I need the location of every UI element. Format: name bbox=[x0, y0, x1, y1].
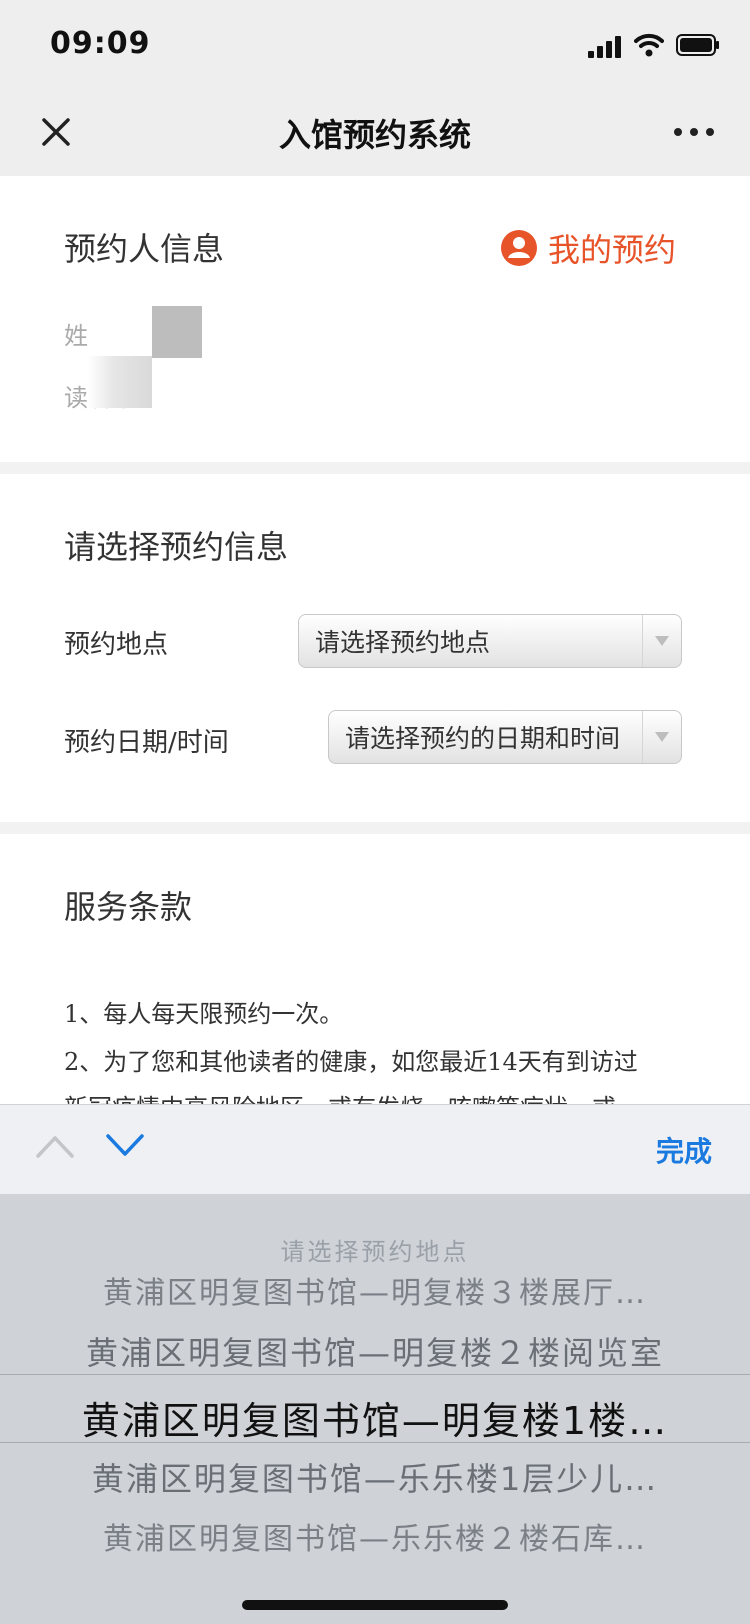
reserver-info-title: 预约人信息 bbox=[64, 230, 225, 268]
home-indicator[interactable] bbox=[242, 1600, 508, 1610]
picker-option[interactable]: 黄浦区明复图书馆—乐乐楼２楼石库… bbox=[0, 1514, 750, 1558]
picker-option[interactable]: 黄浦区明复图书馆—乐乐楼1层少儿… bbox=[0, 1454, 750, 1500]
wifi-icon bbox=[634, 33, 664, 57]
user-icon bbox=[501, 230, 537, 266]
picker-option[interactable]: 请选择预约地点 bbox=[0, 1232, 750, 1267]
location-select[interactable]: 请选择预约地点 bbox=[298, 614, 682, 668]
status-time: 09:09 bbox=[50, 26, 151, 61]
done-button[interactable]: 完成 bbox=[656, 1130, 712, 1170]
terms-item: 1、每人每天限预约一次。 bbox=[64, 1000, 344, 1028]
chevron-down-icon bbox=[642, 615, 681, 667]
page-title: 入馆预约系统 bbox=[278, 116, 471, 154]
chevron-down-icon bbox=[642, 711, 681, 763]
picker-selection-line bbox=[0, 1374, 750, 1375]
cellular-signal-icon bbox=[588, 36, 621, 58]
chevron-down-icon[interactable] bbox=[104, 1132, 146, 1160]
battery-icon bbox=[676, 34, 719, 56]
picker-option-selected[interactable]: 黄浦区明复图书馆—明复楼1楼… bbox=[0, 1390, 750, 1445]
reserver-info-card bbox=[0, 176, 750, 462]
terms-title: 服务条款 bbox=[64, 888, 193, 926]
datetime-select[interactable]: 请选择预约的日期和时间 bbox=[328, 710, 682, 764]
name-value-redacted bbox=[152, 306, 202, 358]
datetime-select-value: 请选择预约的日期和时间 bbox=[345, 724, 621, 753]
location-label: 预约地点 bbox=[64, 630, 169, 660]
chevron-up-icon[interactable] bbox=[34, 1132, 76, 1160]
more-options-icon[interactable] bbox=[672, 120, 716, 144]
location-select-value: 请选择预约地点 bbox=[315, 628, 491, 657]
selection-title: 请选择预约信息 bbox=[64, 528, 289, 566]
picker-option[interactable]: 黄浦区明复图书馆—明复楼３楼展厅… bbox=[0, 1268, 750, 1312]
my-reservations-button[interactable]: 我的预约 bbox=[500, 226, 676, 270]
terms-item: 2、为了您和其他读者的健康，如您最近14天有到访过 bbox=[64, 1048, 638, 1076]
my-reservations-label: 我的预约 bbox=[548, 231, 677, 269]
reader-card-value-redacted bbox=[88, 356, 152, 408]
name-label: 姓 bbox=[64, 322, 88, 350]
picker-selection-line bbox=[0, 1442, 750, 1443]
picker-option[interactable]: 黄浦区明复图书馆—明复楼２楼阅览室 bbox=[0, 1328, 750, 1374]
datetime-label: 预约日期/时间 bbox=[64, 728, 229, 758]
